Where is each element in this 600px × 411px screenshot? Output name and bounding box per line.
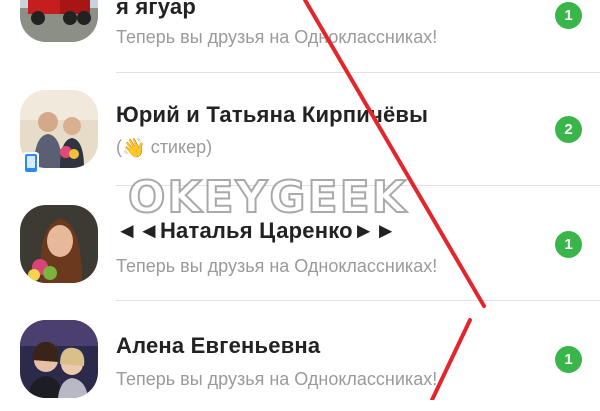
- chat-name: Юрий и Татьяна Кирпичёвы: [116, 102, 429, 127]
- chat-row-ya-yaguar[interactable]: я ягуар Теперь вы друзья на Одноклассник…: [0, 0, 600, 60]
- chat-row-yuriy-tatyana[interactable]: Юрий и Татьяна Кирпичёвы (👋 стикер) 2: [0, 73, 600, 183]
- chat-preview: Теперь вы друзья на Одноклассниках!: [116, 369, 438, 389]
- unread-badge: 1: [555, 346, 582, 373]
- chat-name: я ягуар: [116, 0, 196, 19]
- two-women-avatar[interactable]: [20, 320, 98, 398]
- chat-preview: Теперь вы друзья на Одноклассниках!: [116, 256, 438, 276]
- waving-hand-icon: 👋: [122, 138, 146, 159]
- okeygeek-watermark: OKEYGEEK: [127, 171, 408, 224]
- chat-row-alena-evgenevna[interactable]: Алена Евгеньевна Теперь вы друзья на Одн…: [0, 301, 600, 411]
- preview-close-paren: ): [206, 137, 213, 157]
- unread-badge: 1: [555, 231, 582, 258]
- mobile-phone-icon: [22, 151, 40, 175]
- chat-preview: (👋 стикер): [116, 137, 212, 158]
- unread-badge: 2: [555, 116, 582, 143]
- unread-badge: 1: [555, 2, 582, 29]
- chat-name: Алена Евгеньевна: [116, 333, 321, 358]
- chat-preview: Теперь вы друзья на Одноклассниках!: [116, 27, 438, 47]
- woman-flowers-avatar[interactable]: [20, 205, 98, 283]
- red-truck-avatar[interactable]: [20, 0, 98, 42]
- preview-sticker-text: стикер: [150, 137, 207, 157]
